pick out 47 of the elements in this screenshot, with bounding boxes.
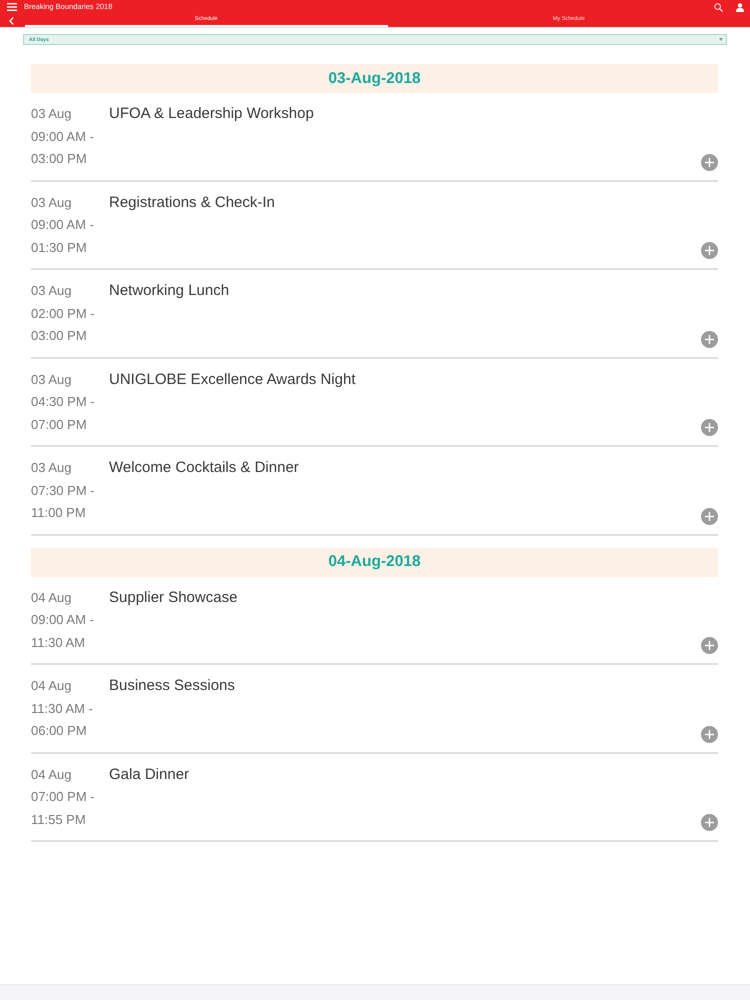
- add-icon[interactable]: [701, 242, 718, 259]
- session-start-time: 11:30 AM -: [31, 700, 94, 718]
- session-end-time: 11:00 PM: [31, 504, 87, 522]
- session-date: 03 Aug: [31, 370, 72, 389]
- session-date: 03 Aug: [31, 105, 72, 123]
- session-date: 03 Aug: [31, 194, 72, 212]
- search-icon[interactable]: [714, 2, 723, 12]
- session-start-time: 07:00 PM -: [31, 788, 96, 806]
- session-end-time: 11:55 PM: [31, 810, 87, 828]
- add-icon[interactable]: [701, 330, 718, 348]
- session-date: 04 Aug: [31, 766, 72, 784]
- session-end-time: 03:00 PM: [31, 327, 88, 345]
- session-start-time: 07:30 PM -: [31, 482, 96, 500]
- add-icon[interactable]: [701, 814, 718, 831]
- session-start-time: 02:00 PM -: [31, 304, 96, 322]
- session-title[interactable]: Business Sessions: [109, 675, 700, 742]
- add-icon[interactable]: [701, 637, 718, 654]
- session-start-time: 09:00 AM -: [31, 128, 95, 146]
- date-heading: 03-Aug-2018: [31, 64, 718, 93]
- session-end-time: 11:30 AM: [31, 634, 86, 652]
- session-title[interactable]: UNIGLOBE Excellence Awards Night: [109, 368, 700, 436]
- session-date: 03 Aug: [31, 282, 72, 300]
- session-title[interactable]: Registrations & Check-In: [109, 192, 700, 259]
- session-end-time: 06:00 PM: [31, 722, 88, 740]
- menu-icon[interactable]: [7, 3, 17, 11]
- session-start-time: 04:30 PM -: [31, 393, 96, 411]
- user-icon[interactable]: [736, 2, 744, 12]
- session-title[interactable]: Gala Dinner: [109, 764, 700, 831]
- session-title[interactable]: Supplier Showcase: [109, 586, 700, 654]
- session-title[interactable]: Networking Lunch: [109, 280, 700, 348]
- caret-icon: [719, 38, 723, 41]
- session-title[interactable]: UFOA & Leadership Workshop: [109, 103, 700, 170]
- add-icon[interactable]: [701, 154, 718, 170]
- back-icon[interactable]: [9, 16, 14, 24]
- session-date: 04 Aug: [31, 588, 72, 607]
- date-heading: 04-Aug-2018: [31, 548, 718, 576]
- session-date: 04 Aug: [31, 677, 72, 695]
- add-icon[interactable]: [701, 508, 718, 524]
- add-icon[interactable]: [701, 419, 718, 436]
- add-icon[interactable]: [701, 726, 718, 742]
- session-start-time: 09:00 AM -: [31, 216, 95, 234]
- session-title[interactable]: Welcome Cocktails & Dinner: [109, 457, 700, 524]
- session-date: 03 Aug: [31, 459, 72, 477]
- session-end-time: 07:00 PM: [31, 416, 88, 434]
- session-end-time: 01:30 PM: [31, 238, 88, 256]
- session-start-time: 09:00 AM -: [31, 611, 95, 629]
- session-end-time: 03:00 PM: [31, 150, 88, 168]
